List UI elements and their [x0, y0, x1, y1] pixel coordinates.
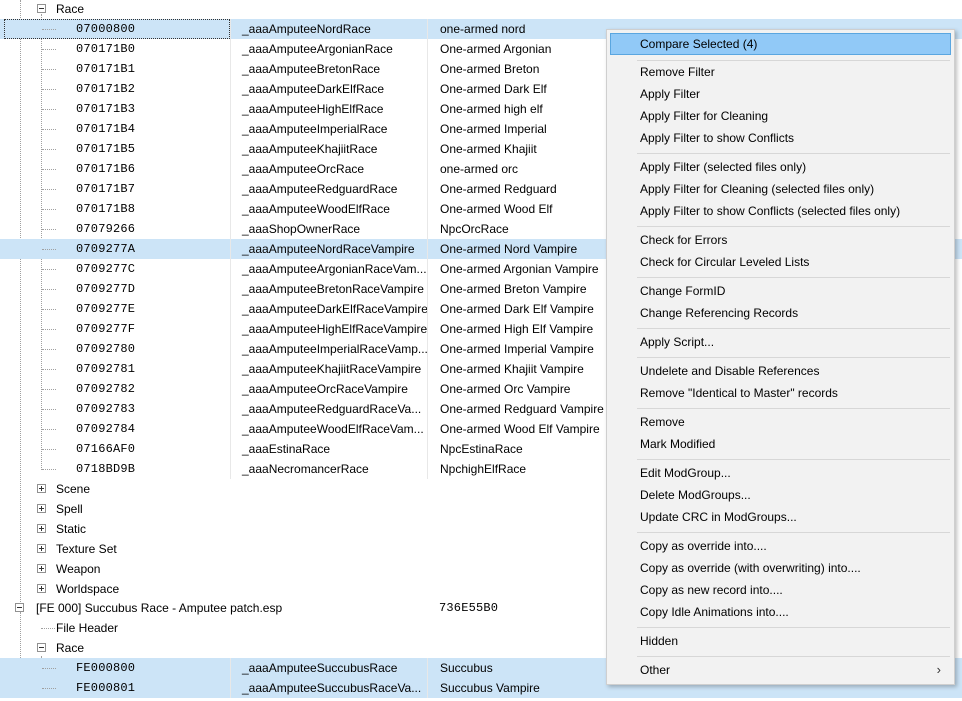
menu-apply-filter-cleaning-selected[interactable]: Apply Filter for Cleaning (selected file… [610, 178, 951, 200]
menu-update-crc[interactable]: Update CRC in ModGroups... [610, 506, 951, 528]
group-label: Texture Set [56, 542, 117, 556]
record-editorid: _aaaAmputeeBretonRaceVampire [230, 279, 427, 299]
record-formid: 070171B2 [76, 82, 136, 96]
menu-copy-new[interactable]: Copy as new record into.... [610, 579, 951, 601]
record-formid: 0709277C [76, 262, 136, 276]
record-editorid: _aaaAmputeeDarkElfRaceVampire [230, 299, 427, 319]
record-editorid: _aaaAmputeeKhajiitRace [230, 139, 427, 159]
record-formid: 07092783 [76, 402, 136, 416]
record-editorid: _aaaAmputeeArgonianRace [230, 39, 427, 59]
menu-change-formid[interactable]: Change FormID [610, 280, 951, 302]
group-label: Static [56, 522, 87, 536]
record-formid: 070171B5 [76, 142, 136, 156]
record-editorid: _aaaAmputeeArgonianRaceVam... [230, 259, 427, 279]
menu-compare-selected[interactable]: Compare Selected (4) [610, 33, 951, 55]
record-formid: 0718BD9B [76, 462, 136, 476]
record-formid: 070171B8 [76, 202, 136, 216]
menu-delete-modgroups[interactable]: Delete ModGroups... [610, 484, 951, 506]
record-editorid: _aaaAmputeeRedguardRace [230, 179, 427, 199]
record-editorid: _aaaAmputeeHighElfRaceVampire [230, 319, 427, 339]
record-formid: 07166AF0 [76, 442, 136, 456]
record-formid: 070171B0 [76, 42, 136, 56]
menu-apply-filter-conflicts-selected[interactable]: Apply Filter to show Conflicts (selected… [610, 200, 951, 222]
record-formid: 0709277E [76, 302, 136, 316]
menu-apply-filter-conflicts[interactable]: Apply Filter to show Conflicts [610, 127, 951, 149]
menu-hidden[interactable]: Hidden [610, 630, 951, 652]
record-formid: 07092781 [76, 362, 136, 376]
record-formid: 070171B1 [76, 62, 136, 76]
menu-copy-override[interactable]: Copy as override into.... [610, 535, 951, 557]
record-editorid: _aaaAmputeeWoodElfRace [230, 199, 427, 219]
record-formid: 07092780 [76, 342, 136, 356]
record-formid: 0709277D [76, 282, 136, 296]
menu-mark-modified[interactable]: Mark Modified [610, 433, 951, 455]
record-formid: 07000800 [76, 22, 136, 36]
record-editorid: _aaaAmputeeBretonRace [230, 59, 427, 79]
record-editorid: _aaaAmputeeImperialRaceVamp... [230, 339, 427, 359]
menu-remove-itm[interactable]: Remove "Identical to Master" records [610, 382, 951, 404]
menu-remove[interactable]: Remove [610, 411, 951, 433]
record-editorid: _aaaAmputeeDarkElfRace [230, 79, 427, 99]
menu-copy-idle[interactable]: Copy Idle Animations into.... [610, 601, 951, 623]
menu-undelete[interactable]: Undelete and Disable References [610, 360, 951, 382]
menu-apply-filter-selected[interactable]: Apply Filter (selected files only) [610, 156, 951, 178]
record-editorid: _aaaAmputeeOrcRaceVampire [230, 379, 427, 399]
record-formid: 070171B3 [76, 102, 136, 116]
menu-apply-filter-cleaning[interactable]: Apply Filter for Cleaning [610, 105, 951, 127]
record-formid: FE000800 [76, 661, 136, 675]
expand-icon[interactable] [37, 524, 46, 533]
record-editorid: _aaaAmputeeSuccubusRaceVa... [230, 678, 427, 698]
record-formid: 070171B4 [76, 122, 136, 136]
menu-check-circular[interactable]: Check for Circular Leveled Lists [610, 251, 951, 273]
record-editorid: _aaaShopOwnerRace [230, 219, 427, 239]
tree-group-race[interactable]: Race [0, 0, 962, 19]
record-editorid: _aaaAmputeeOrcRace [230, 159, 427, 179]
record-formid: 070171B7 [76, 182, 136, 196]
chevron-right-icon: › [936, 662, 941, 677]
record-formid: 0709277F [76, 322, 136, 336]
record-formid: 07092784 [76, 422, 136, 436]
record-editorid: _aaaAmputeeNordRaceVampire [230, 239, 427, 259]
menu-apply-filter[interactable]: Apply Filter [610, 83, 951, 105]
plugin-name: [FE 000] Succubus Race - Amputee patch.e… [36, 601, 283, 615]
record-editorid: _aaaNecromancerRace [230, 459, 427, 479]
record-editorid: _aaaAmputeeWoodElfRaceVam... [230, 419, 427, 439]
record-formid: FE000801 [76, 681, 136, 695]
menu-remove-filter[interactable]: Remove Filter [610, 61, 951, 83]
record-editorid: _aaaAmputeeImperialRace [230, 119, 427, 139]
collapse-icon[interactable] [37, 643, 46, 652]
record-editorid: _aaaAmputeeRedguardRaceVa... [230, 399, 427, 419]
record-editorid: _aaaEstinaRace [230, 439, 427, 459]
record-formid: 07079266 [76, 222, 136, 236]
menu-copy-override-overwrite[interactable]: Copy as override (with overwriting) into… [610, 557, 951, 579]
menu-check-errors[interactable]: Check for Errors [610, 229, 951, 251]
record-editorid: _aaaAmputeeNordRace [230, 19, 427, 39]
expand-icon[interactable] [37, 564, 46, 573]
group-label: Scene [56, 482, 91, 496]
collapse-icon[interactable] [15, 603, 24, 612]
menu-edit-modgroup[interactable]: Edit ModGroup... [610, 462, 951, 484]
menu-other[interactable]: Other › [610, 659, 951, 681]
menu-apply-script[interactable]: Apply Script... [610, 331, 951, 353]
expand-icon[interactable] [37, 504, 46, 513]
record-formid: 07092782 [76, 382, 136, 396]
expand-icon[interactable] [37, 484, 46, 493]
record-editorid: _aaaAmputeeSuccubusRace [230, 658, 427, 678]
expand-icon[interactable] [37, 544, 46, 553]
group-label: Spell [56, 502, 83, 516]
context-menu: Compare Selected (4) Remove Filter Apply… [606, 29, 955, 685]
record-formid: 070171B6 [76, 162, 136, 176]
group-label: Weapon [56, 562, 101, 576]
collapse-icon[interactable] [37, 4, 46, 13]
group-label: Worldspace [56, 582, 120, 596]
record-formid: 0709277A [76, 242, 136, 256]
expand-icon[interactable] [37, 584, 46, 593]
record-editorid: _aaaAmputeeHighElfRace [230, 99, 427, 119]
menu-change-referencing[interactable]: Change Referencing Records [610, 302, 951, 324]
record-editorid: _aaaAmputeeKhajiitRaceVampire [230, 359, 427, 379]
